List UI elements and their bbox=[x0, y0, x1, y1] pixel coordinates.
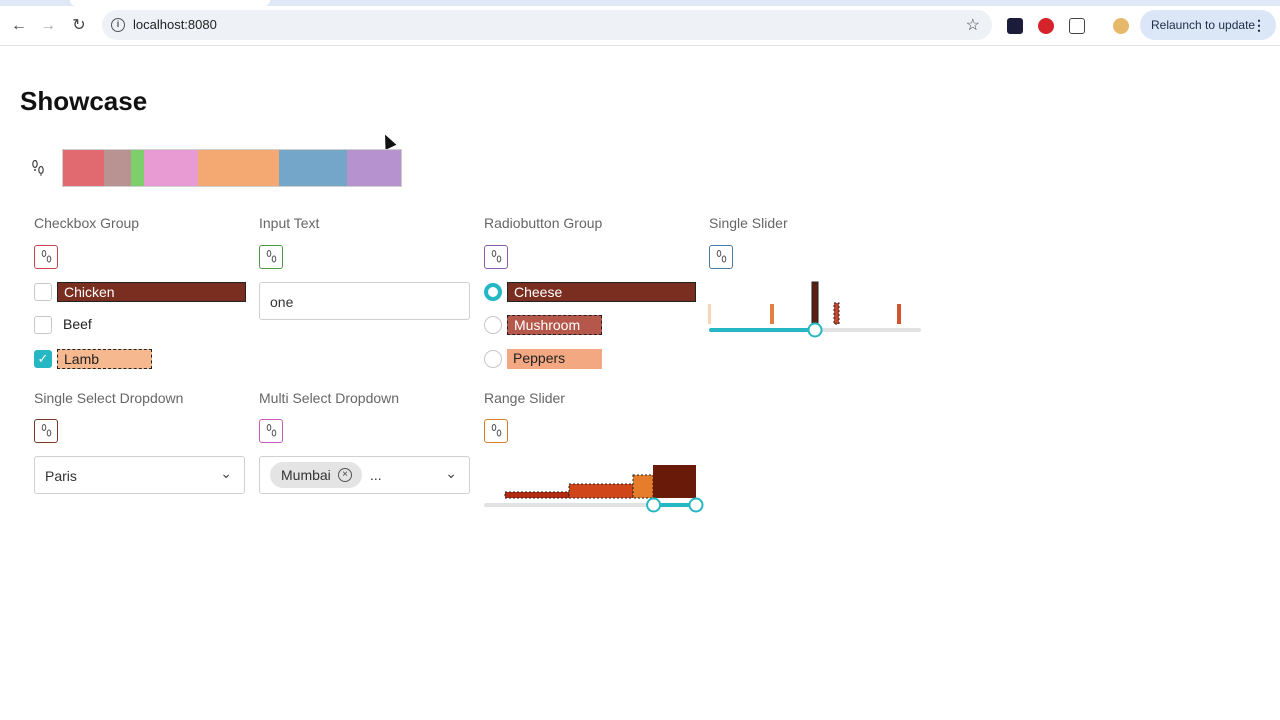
palette-swatch[interactable] bbox=[347, 150, 401, 186]
checkbox-chicken[interactable] bbox=[34, 283, 52, 301]
footprints-icon bbox=[26, 154, 50, 182]
text-input[interactable]: one bbox=[259, 282, 470, 320]
single-select-label: Single Select Dropdown bbox=[34, 390, 184, 406]
palette-swatch[interactable] bbox=[63, 150, 104, 186]
radio-mushroom[interactable] bbox=[484, 316, 502, 334]
selected-chip: Mumbai × bbox=[270, 462, 362, 488]
checkbox-label-beef[interactable]: Beef bbox=[57, 315, 92, 335]
footprints-icon bbox=[259, 419, 283, 443]
range-low-thumb[interactable] bbox=[646, 497, 662, 513]
extension-icon[interactable] bbox=[1007, 18, 1023, 34]
browser-toolbar: ← → ↻ i localhost:8080 ☆ Relaunch to upd… bbox=[0, 6, 1280, 46]
menu-dots-icon[interactable]: ⋮ bbox=[1252, 10, 1266, 40]
chevron-down-icon[interactable]: ⌄ bbox=[220, 465, 232, 482]
range-high-thumb[interactable] bbox=[688, 497, 704, 513]
slider-fill bbox=[709, 328, 815, 332]
relaunch-label: Relaunch to update bbox=[1151, 18, 1256, 32]
color-palette[interactable] bbox=[62, 149, 402, 187]
checkbox-lamb[interactable]: ✓ bbox=[34, 350, 52, 368]
slider-tick bbox=[770, 304, 774, 324]
radio-label-cheese[interactable]: Cheese bbox=[507, 282, 696, 302]
bookmark-star-icon[interactable]: ☆ bbox=[966, 15, 980, 35]
footprints-icon bbox=[34, 245, 58, 269]
mouse-cursor-icon bbox=[379, 132, 397, 150]
checkbox-label-lamb[interactable]: Lamb bbox=[57, 349, 152, 369]
reload-icon[interactable]: ↻ bbox=[68, 15, 90, 37]
remove-chip-icon[interactable]: × bbox=[338, 468, 352, 482]
extension-icon[interactable] bbox=[1038, 18, 1054, 34]
checkbox-group-label: Checkbox Group bbox=[34, 215, 140, 231]
range-bar bbox=[568, 483, 634, 499]
palette-swatch[interactable] bbox=[104, 150, 131, 186]
range-slider[interactable] bbox=[480, 460, 710, 516]
page-title: Showcase bbox=[20, 86, 148, 116]
palette-swatch[interactable] bbox=[279, 150, 347, 186]
back-icon[interactable]: ← bbox=[8, 15, 30, 37]
multi-select-label: Multi Select Dropdown bbox=[259, 390, 400, 406]
range-slider-label: Range Slider bbox=[484, 390, 565, 406]
footprints-icon bbox=[259, 245, 283, 269]
radio-label-peppers[interactable]: Peppers bbox=[507, 349, 602, 369]
site-info-icon[interactable]: i bbox=[111, 18, 125, 32]
palette-swatch[interactable] bbox=[144, 150, 198, 186]
palette-swatch[interactable] bbox=[131, 150, 144, 186]
selected-value: Paris bbox=[45, 468, 77, 484]
footprints-icon bbox=[484, 419, 508, 443]
single-select-dropdown[interactable]: Paris ⌄ bbox=[34, 456, 245, 494]
address-bar[interactable]: i localhost:8080 ☆ bbox=[102, 10, 992, 40]
range-bar bbox=[653, 465, 696, 498]
slider-thumb[interactable] bbox=[807, 322, 823, 338]
footprints-icon bbox=[484, 245, 508, 269]
single-slider[interactable] bbox=[705, 276, 925, 342]
forward-icon[interactable]: → bbox=[37, 15, 59, 37]
slider-tick bbox=[833, 302, 840, 325]
range-bar bbox=[504, 491, 570, 499]
more-indicator: ... bbox=[370, 467, 382, 483]
chip-label: Mumbai bbox=[281, 467, 331, 483]
radio-label-mushroom[interactable]: Mushroom bbox=[507, 315, 602, 335]
slider-tick bbox=[708, 304, 711, 324]
range-bar bbox=[632, 474, 654, 499]
radio-cheese[interactable] bbox=[484, 283, 502, 301]
chevron-down-icon[interactable]: ⌄ bbox=[445, 465, 457, 482]
slider-tick bbox=[897, 304, 901, 324]
checkbox-beef[interactable] bbox=[34, 316, 52, 334]
relaunch-button[interactable]: Relaunch to update ⋮ bbox=[1140, 10, 1276, 40]
footprints-icon bbox=[34, 419, 58, 443]
radio-peppers[interactable] bbox=[484, 350, 502, 368]
avatar[interactable] bbox=[1113, 18, 1129, 34]
slider-tick bbox=[811, 281, 819, 325]
palette-swatch[interactable] bbox=[198, 150, 279, 186]
footprints-icon bbox=[709, 245, 733, 269]
input-text-label: Input Text bbox=[259, 215, 320, 231]
puzzle-icon[interactable] bbox=[1069, 18, 1085, 34]
radio-group-label: Radiobutton Group bbox=[484, 215, 603, 231]
checkbox-label-chicken[interactable]: Chicken bbox=[57, 282, 246, 302]
multi-select-dropdown[interactable]: Mumbai × ... ⌄ bbox=[259, 456, 470, 494]
single-slider-label: Single Slider bbox=[709, 215, 788, 231]
url-text: localhost:8080 bbox=[133, 17, 217, 32]
